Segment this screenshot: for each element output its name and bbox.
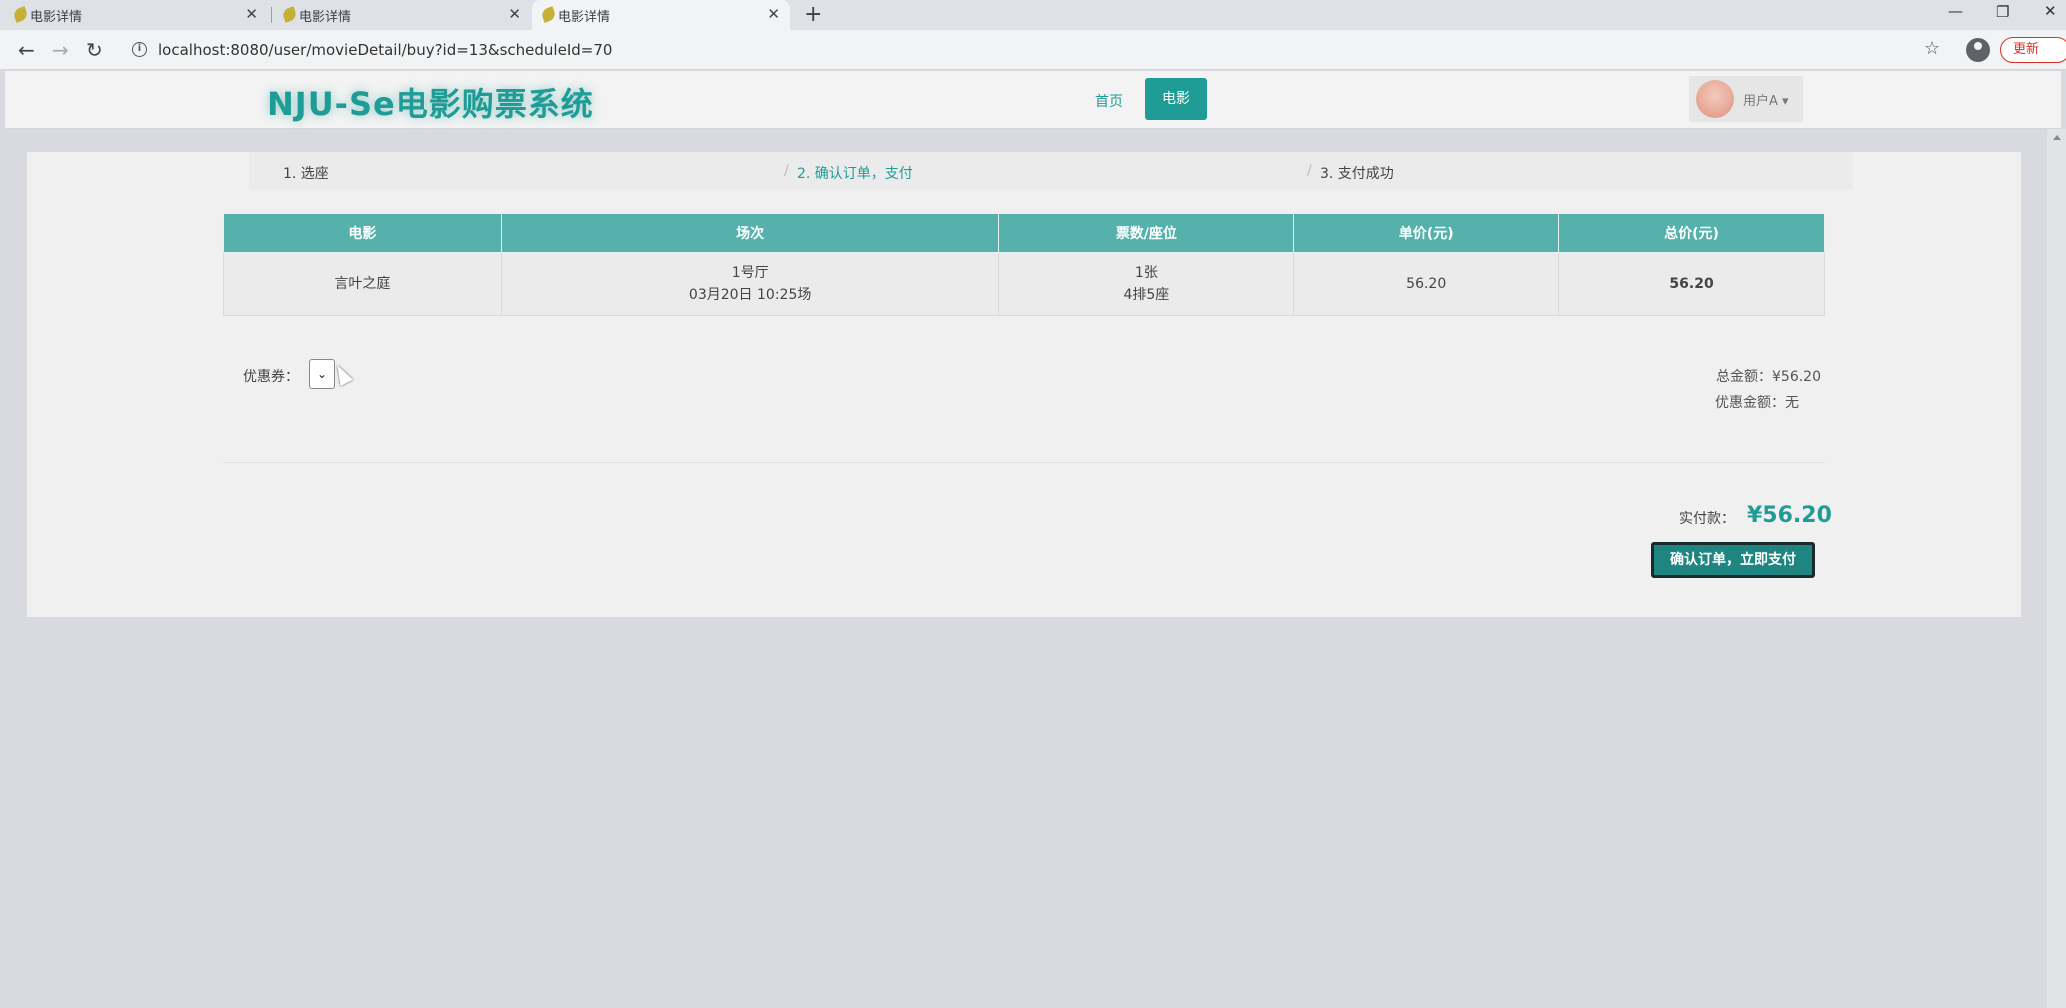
confirm-pay-button[interactable]: 确认订单，立即支付 [1651,542,1815,578]
site-header: NJU-Se电影购票系统 首页 电影 用户A ▾ [5,71,2061,129]
step-confirm-pay: 2. 确认订单，支付 [797,166,913,182]
schedule-cell: 1号厅 03月20日 10:25场 [500,252,1000,316]
page-scrollbar[interactable] [2047,129,2066,1008]
coupon-label: 优惠券： [243,369,299,385]
total-amount-line: 总金额：¥56.20 [1716,366,1821,386]
browser-tab[interactable]: 电影详情 ✕ [273,0,531,30]
ticket-count: 1张 [1134,265,1158,281]
reload-icon[interactable]: ↻ [86,38,103,62]
avatar [1696,80,1734,118]
new-tab-button[interactable]: + [804,2,822,27]
tab-separator [271,7,272,23]
column-header-unit-price: 单价(元) [1293,213,1560,253]
order-steps-breadcrumb: 1. 选座 / 2. 确认订单，支付 / 3. 支付成功 [249,152,1853,190]
total-amount-value: ¥56.20 [1772,369,1821,385]
order-table: 电影 场次 票数/座位 单价(元) 总价(元) 言叶之庭 1号厅 03月20日 … [223,213,1825,316]
chevron-down-icon: ⌄ [316,367,328,381]
coupon-select[interactable]: ⌄ [309,359,335,389]
leaf-favicon-icon [540,6,557,23]
tab-title: 电影详情 [558,9,611,25]
discount-amount-value: 无 [1785,395,1799,411]
hall-name: 1号厅 [731,265,769,281]
table-row: 言叶之庭 1号厅 03月20日 10:25场 1张 4排5座 56.20 56.… [223,252,1825,316]
seat-position: 4排5座 [1123,287,1170,303]
nav-movie-link[interactable]: 电影 [1145,78,1207,120]
minimize-icon[interactable]: — [1948,2,1963,20]
tickets-seats-cell: 1张 4排5座 [998,252,1295,316]
browser-tab-active[interactable]: 电影详情 ✕ [532,0,790,30]
section-divider [223,462,1825,463]
discount-amount-label: 优惠金额： [1715,395,1785,411]
back-arrow-icon[interactable]: ← [18,38,35,62]
tab-close-icon[interactable]: ✕ [767,5,780,23]
column-header-total-price: 总价(元) [1558,213,1825,253]
url-text[interactable]: localhost:8080/user/movieDetail/buy?id=1… [158,41,612,59]
profile-icon[interactable] [1966,38,1990,62]
username-label: 用户A ▾ [1743,94,1789,109]
bookmark-star-icon[interactable]: ☆ [1924,38,1940,59]
scroll-up-icon[interactable] [2053,135,2061,140]
unit-price-cell: 56.20 [1293,252,1560,316]
tab-close-icon[interactable]: ✕ [245,5,258,23]
column-header-tickets-seats: 票数/座位 [998,213,1295,253]
tab-close-icon[interactable]: ✕ [508,5,521,23]
window-close-icon[interactable]: ✕ [2044,2,2057,20]
user-menu-dropdown[interactable]: 用户A ▾ [1689,76,1803,122]
site-logo[interactable]: NJU-Se电影购票系统 [267,79,594,125]
browser-tab-bar: 电影详情 ✕ 电影详情 ✕ 电影详情 ✕ + — ❐ ✕ [0,0,2066,30]
step-separator: / [1307,163,1312,179]
discount-amount-line: 优惠金额：无 [1715,392,1799,412]
site-info-icon[interactable]: i [132,42,147,57]
nav-home-link[interactable]: 首页 [1095,91,1123,111]
address-bar[interactable]: i localhost:8080/user/movieDetail/buy?id… [124,34,1938,66]
movie-name-cell: 言叶之庭 [223,252,502,316]
order-card: 1. 选座 / 2. 确认订单，支付 / 3. 支付成功 电影 场次 票数/座位… [27,152,2021,617]
step-select-seat: 1. 选座 [283,166,329,182]
browser-tab[interactable]: 电影详情 ✕ [4,0,268,30]
total-amount-label: 总金额： [1716,369,1772,385]
leaf-favicon-icon [12,6,29,23]
column-header-movie: 电影 [223,213,502,253]
tab-title: 电影详情 [299,9,352,25]
browser-update-button[interactable]: 更新 [2000,37,2066,63]
browser-toolbar: ← → ↻ i localhost:8080/user/movieDetail/… [0,30,2066,70]
column-header-schedule: 场次 [500,213,1000,253]
total-price-cell: 56.20 [1558,252,1825,316]
actual-payment-label: 实付款： [1679,511,1735,527]
step-pay-success: 3. 支付成功 [1320,166,1394,182]
tab-title: 电影详情 [30,9,83,25]
table-header-row: 电影 场次 票数/座位 单价(元) 总价(元) [223,213,1825,253]
restore-icon[interactable]: ❐ [1996,3,2009,21]
forward-arrow-icon[interactable]: → [52,38,69,62]
leaf-favicon-icon [281,6,298,23]
step-separator: / [784,163,789,179]
show-time: 03月20日 10:25场 [688,287,812,303]
actual-payment-amount: ¥56.20 [1747,503,1832,528]
